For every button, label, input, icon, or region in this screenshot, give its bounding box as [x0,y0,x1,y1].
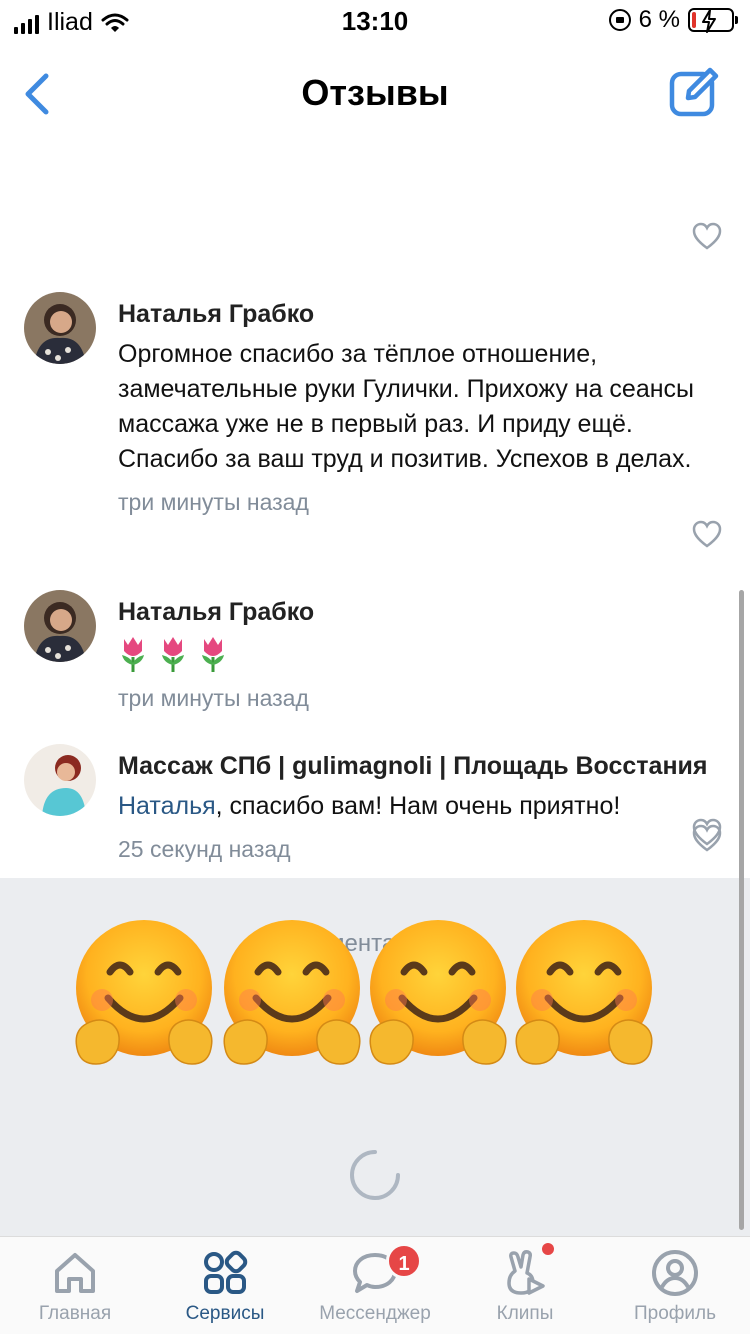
tab-messenger[interactable]: 1 Мессенджер [300,1237,450,1334]
status-right: 6 % [608,6,738,34]
tab-clips[interactable]: Клипы [450,1237,600,1334]
new-clips-dot [542,1243,554,1255]
comment-text: Оргомное спасибо за тёплое отношение, за… [118,340,695,473]
tulip-icon [162,637,184,672]
loading-spinner-icon [350,1150,400,1200]
comment-item: Наталья Грабко Оргомное спасибо за тёпло… [0,292,750,552]
unread-badge: 1 [386,1243,422,1279]
tab-label: Клипы [496,1303,554,1324]
mention-link[interactable]: Наталья [118,792,216,820]
profile-icon [652,1250,698,1296]
clips-icon [507,1250,545,1295]
tab-bar: Главная Сервисы 1 Мессенджер Клипы Профи… [0,1236,750,1334]
comment-text-rest: , спасибо вам! Нам очень приятно! [215,792,621,820]
hugging-face-emoji-row [72,920,662,1070]
comment-author[interactable]: Наталья Грабко [118,598,710,627]
compose-icon [669,67,719,117]
comment-timestamp: 25 секунд назад [118,836,291,862]
services-grid-icon [204,1250,248,1294]
page-title: Отзывы [301,72,449,113]
tab-label: Сервисы [185,1303,265,1324]
scrollbar[interactable] [739,590,744,1230]
like-heart-icon[interactable] [692,222,722,250]
avatar[interactable] [24,590,96,662]
comment-text: Наталья, спасибо вам! Нам очень приятно! [118,789,710,824]
comment-timestamp: три минуты назад [118,685,309,711]
avatar[interactable] [24,292,96,364]
tab-services[interactable]: Сервисы [150,1237,300,1334]
orientation-lock-icon [608,9,631,31]
avatar[interactable] [24,744,96,816]
comment-item: Массаж СПб | gulimagnoli | Площадь Восст… [0,744,750,864]
like-heart-icon[interactable] [692,520,722,548]
status-bar: Iliad 13:10 6 % [0,0,750,44]
navigation-bar: Отзывы [0,44,750,144]
tab-home[interactable]: Главная [0,1237,150,1334]
tab-label: Мессенджер [319,1303,431,1324]
like-heart-icon[interactable] [692,824,722,852]
comment-author[interactable]: Массаж СПб | gulimagnoli | Площадь Восст… [118,752,710,781]
tulip-icon [202,637,224,672]
comment-timestamp: три минуты назад [118,489,309,515]
comment-body: Массаж СПб | gulimagnoli | Площадь Восст… [118,752,710,863]
write-review-button[interactable] [668,66,720,118]
battery-percent: 6 % [638,6,680,33]
comment-body: Наталья Грабко три минуты назад [118,598,710,712]
tab-label: Главная [38,1303,112,1324]
tulip-emoji-row [118,635,710,673]
comment-body: Наталья Грабко Оргомное спасибо за тёпло… [118,300,710,516]
comments-feed: Наталья Грабко Оргомное спасибо за тёпло… [0,144,750,878]
tab-profile[interactable]: Профиль [600,1237,750,1334]
comment-item: Наталья Грабко три минуты назад [0,590,750,846]
home-icon [55,1253,95,1293]
comment-author[interactable]: Наталья Грабко [118,300,710,329]
battery-icon [688,8,738,33]
tab-label: Профиль [633,1303,717,1324]
loading-area: иментарии [0,878,750,1236]
tulip-icon [122,637,144,672]
